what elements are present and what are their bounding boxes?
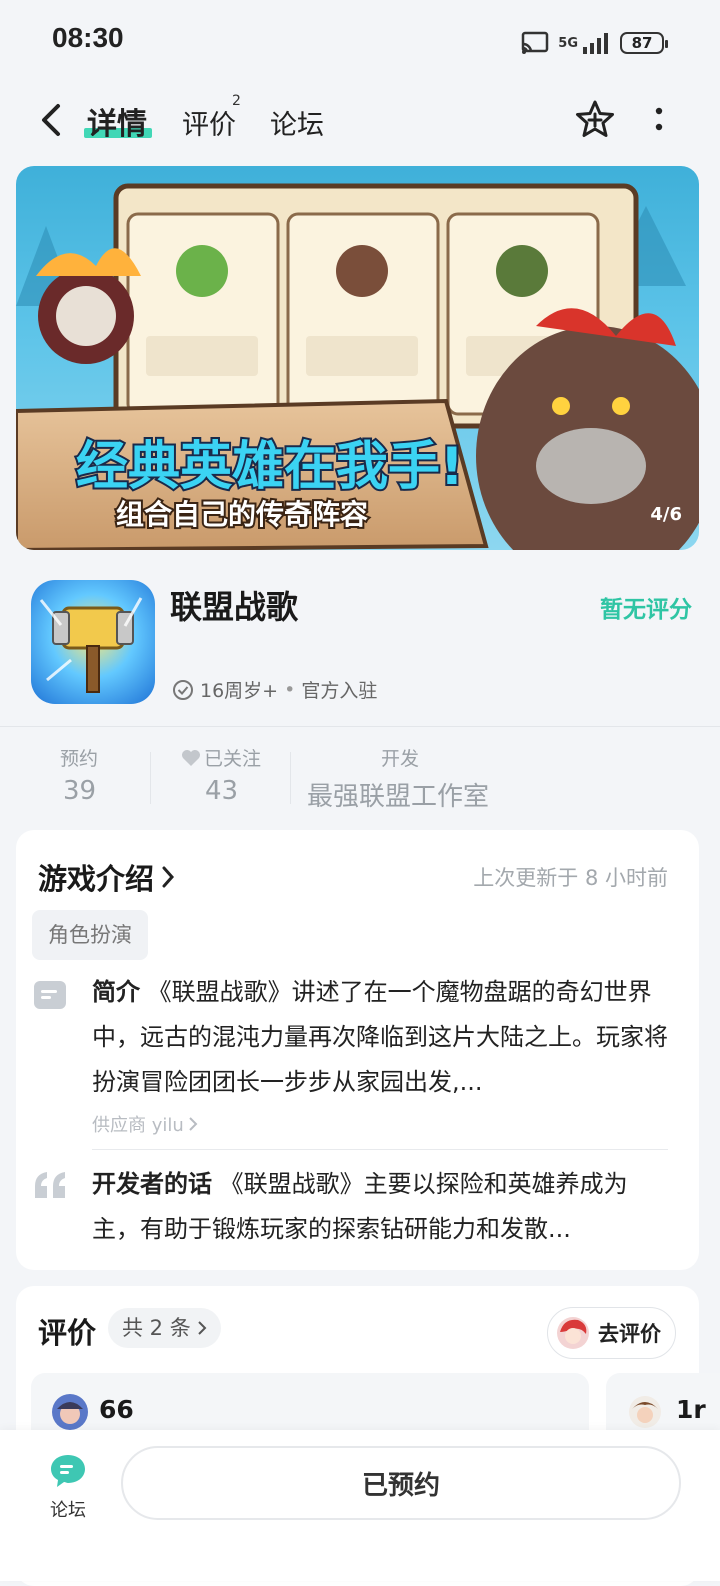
status-icons: 5G 87 [520, 26, 668, 60]
supplier-text: 供应商 yilu [92, 1115, 184, 1136]
tab-forum[interactable]: 论坛 [270, 103, 324, 142]
hammer-icon [39, 597, 143, 693]
stat-divider [290, 752, 291, 804]
reserve-button[interactable]: 已预约 [121, 1446, 681, 1520]
battery-icon: 87 [620, 32, 668, 54]
summary-doc-icon [34, 981, 66, 1009]
app-meta: 16周岁+ • 官方入驻 [172, 676, 377, 703]
follow-count-label-wrap: 已关注 [180, 744, 261, 771]
app-icon [31, 580, 155, 704]
avatar [52, 1394, 88, 1430]
cast-icon [522, 31, 549, 54]
reserve-count-label: 预约 [60, 748, 99, 770]
banner-carousel[interactable]: 经典英雄在我手! 组合自己的传奇阵容 [16, 166, 699, 550]
chevron-right-icon [189, 1117, 198, 1131]
favorite-star-icon[interactable] [574, 98, 616, 140]
review-title: 评价 [38, 1316, 97, 1350]
banner-counter: 4/6 [650, 504, 682, 525]
avatar [557, 1317, 589, 1349]
tab-details[interactable]: 详情 [87, 99, 147, 143]
app-name: 联盟战歌 [170, 588, 299, 626]
age-rating: 16周岁+ [200, 680, 279, 702]
review-count-link[interactable]: 共 2 条 [108, 1308, 221, 1348]
go-review-button[interactable]: 去评价 [547, 1307, 676, 1359]
developer-name[interactable]: 最强联盟工作室 [307, 776, 489, 813]
meta-separator: • [284, 678, 296, 701]
developer-words-block[interactable]: 开发者的话 《联盟战歌》主要以探险和英雄养成为主，有助于锻炼玩家的探索钻研能力和… [92, 1162, 668, 1254]
summary-label: 简介 [92, 978, 140, 1006]
follow-count-value: 43 [205, 776, 239, 806]
follow-count-label: 已关注 [204, 748, 262, 770]
tab-reviews-badge: 2 [232, 93, 241, 109]
app-rating: 暂无评分 [600, 597, 692, 623]
network-type-icon: 5G [558, 35, 578, 51]
signal-icon [583, 33, 608, 54]
official-label: 官方入驻 [301, 680, 378, 702]
intro-title-link[interactable]: 游戏介绍 [38, 856, 176, 898]
intro-title: 游戏介绍 [38, 862, 155, 896]
avatar [629, 1396, 661, 1428]
forum-chat-icon[interactable] [48, 1452, 88, 1490]
tab-reviews[interactable]: 评价 [182, 103, 236, 142]
banner-subline: 组合自己的传奇阵容 [116, 498, 368, 531]
genre-tag[interactable]: 角色扮演 [32, 910, 148, 960]
go-review-label: 去评价 [598, 1322, 661, 1346]
chevron-right-icon [198, 1321, 207, 1335]
quote-icon [35, 1172, 65, 1198]
review-username: 66 [99, 1395, 134, 1424]
status-time: 08:30 [52, 22, 124, 53]
back-icon[interactable] [36, 100, 66, 140]
stat-divider [150, 752, 151, 804]
forum-label: 论坛 [50, 1500, 86, 1521]
divider [92, 1149, 668, 1150]
supplier-link[interactable]: 供应商 yilu [92, 1111, 198, 1137]
review-count: 共 2 条 [122, 1316, 191, 1340]
more-icon[interactable] [652, 104, 666, 134]
reserve-count-value: 39 [63, 776, 97, 806]
review-username: 1r [676, 1395, 706, 1424]
update-time: 上次更新于 8 小时前 [473, 866, 668, 890]
summary-text: 《联盟战歌》讲述了在一个魔物盘踞的奇幻世界中，远古的混沌力量再次降临到这片大陆之… [92, 978, 668, 1096]
banner-headline: 经典英雄在我手! [76, 437, 464, 497]
heart-icon [182, 749, 200, 766]
chevron-right-icon [162, 866, 175, 888]
banner-artwork: 经典英雄在我手! 组合自己的传奇阵容 [16, 183, 699, 550]
verified-check-icon [173, 679, 193, 700]
developer-words-label: 开发者的话 [92, 1170, 212, 1198]
developer-label: 开发 [381, 748, 420, 770]
summary-text-block[interactable]: 简介 《联盟战歌》讲述了在一个魔物盘踞的奇幻世界中，远古的混沌力量再次降临到这片… [92, 970, 668, 1105]
divider [0, 726, 720, 727]
